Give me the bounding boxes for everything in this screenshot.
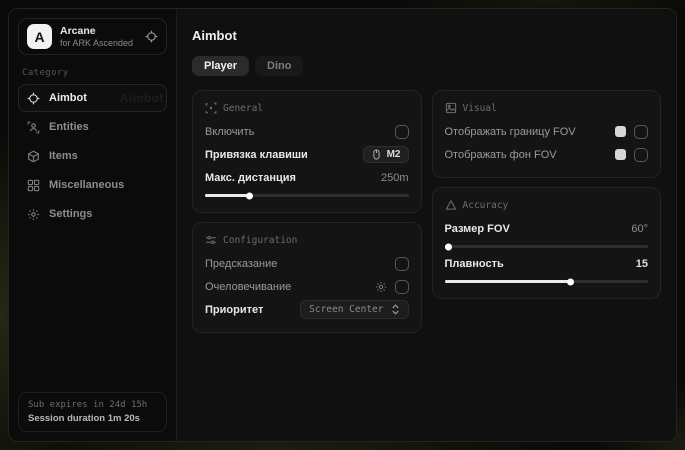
general-card-title: General xyxy=(223,103,263,114)
prediction-checkbox[interactable] xyxy=(395,257,409,271)
sidebar-item-label: Entities xyxy=(49,121,89,133)
humanize-row: Очеловечивание xyxy=(205,275,409,298)
priority-label: Приоритет xyxy=(205,304,263,316)
chevron-up-down-icon xyxy=(391,304,400,315)
package-icon xyxy=(27,150,40,163)
delta-triangle-icon xyxy=(445,199,457,211)
app-logo: A xyxy=(27,24,52,49)
sidebar-item-label: Items xyxy=(49,150,78,162)
distance-value: 250m xyxy=(381,172,409,184)
configuration-card-header: Configuration xyxy=(205,234,409,246)
sidebar-item-label: Settings xyxy=(49,208,92,220)
keybind-label: Привязка клавиши xyxy=(205,149,308,161)
aimbot-ghost-watermark: Aimbot xyxy=(120,91,164,105)
sidebar-item-label: Miscellaneous xyxy=(49,179,124,191)
app-name: Arcane xyxy=(60,25,137,37)
keybind-value: M2 xyxy=(387,149,401,160)
priority-dropdown[interactable]: Screen Center xyxy=(300,300,408,319)
fov-background-label: Отображать фон FOV xyxy=(445,149,557,161)
visual-card-header: Visual xyxy=(445,102,649,114)
sidebar-item-items[interactable]: Items xyxy=(18,142,167,170)
crosshair-icon xyxy=(27,92,40,105)
tune-icon xyxy=(205,234,217,246)
priority-value: Screen Center xyxy=(309,304,383,315)
category-label: Category xyxy=(22,68,163,78)
sidebar-item-settings[interactable]: Settings xyxy=(18,200,167,228)
configuration-card: Configuration Предсказание Очеловечивани… xyxy=(192,222,422,333)
tab-dino[interactable]: Dino xyxy=(255,56,303,76)
session-duration-text: Session duration 1m 20s xyxy=(28,413,157,424)
sidebar-item-miscellaneous[interactable]: Miscellaneous xyxy=(18,171,167,199)
keybind-button[interactable]: M2 xyxy=(363,146,409,163)
distance-label: Макс. дистанция xyxy=(205,172,296,184)
fov-border-checkbox[interactable] xyxy=(634,125,648,139)
distance-slider[interactable] xyxy=(205,194,409,197)
fov-background-color-swatch[interactable] xyxy=(615,149,626,160)
image-icon xyxy=(445,102,457,114)
smoothness-value: 15 xyxy=(636,258,648,270)
sidebar-item-entities[interactable]: Entities xyxy=(18,113,167,141)
tab-bar: Player Dino xyxy=(192,56,661,76)
fov-background-row: Отображать фон FOV xyxy=(445,143,649,166)
grid-icon xyxy=(27,179,40,192)
focus-icon xyxy=(205,102,217,114)
accuracy-card-title: Accuracy xyxy=(463,200,509,211)
unload-crosshair-icon[interactable] xyxy=(145,30,158,43)
general-card: General Включить Привязка клавиши xyxy=(192,90,422,213)
app-subtitle: for ARK Ascended xyxy=(60,38,137,48)
keybind-row: Привязка клавиши M2 xyxy=(205,143,409,166)
mouse-icon xyxy=(371,149,382,160)
distance-row: Макс. дистанция 250m xyxy=(205,166,409,189)
humanize-checkbox[interactable] xyxy=(395,280,409,294)
humanize-label: Очеловечивание xyxy=(205,281,291,293)
visual-card: Visual Отображать границу FOV Отображать… xyxy=(432,90,662,178)
priority-row: Приоритет Screen Center xyxy=(205,298,409,321)
prediction-row: Предсказание xyxy=(205,252,409,275)
distance-slider-thumb[interactable] xyxy=(246,192,253,199)
fov-size-value: 60° xyxy=(631,223,648,235)
sidebar-nav: Aimbot Aimbot Entities xyxy=(18,84,167,228)
sub-expires-text: Sub expires in 24d 15h xyxy=(28,400,157,410)
humanize-settings-gear-icon[interactable] xyxy=(375,281,387,293)
enable-label: Включить xyxy=(205,126,254,138)
fov-size-label: Размер FOV xyxy=(445,223,510,235)
sidebar: A Arcane for ARK Ascended Category xyxy=(9,9,177,441)
gear-icon xyxy=(27,208,40,221)
fov-border-color-swatch[interactable] xyxy=(615,126,626,137)
fov-size-slider[interactable] xyxy=(445,245,649,248)
fov-size-row: Размер FOV 60° xyxy=(445,217,649,240)
page-title: Aimbot xyxy=(192,28,661,43)
smoothness-slider-thumb[interactable] xyxy=(567,278,574,285)
visual-card-title: Visual xyxy=(463,103,497,114)
general-card-header: General xyxy=(205,102,409,114)
fov-border-row: Отображать границу FOV xyxy=(445,120,649,143)
fov-border-label: Отображать границу FOV xyxy=(445,126,576,138)
configuration-card-title: Configuration xyxy=(223,235,297,246)
smoothness-label: Плавность xyxy=(445,258,504,270)
fov-background-checkbox[interactable] xyxy=(634,148,648,162)
session-info-card: Sub expires in 24d 15h Session duration … xyxy=(18,392,167,432)
enable-checkbox[interactable] xyxy=(395,125,409,139)
app-logo-card: A Arcane for ARK Ascended xyxy=(18,18,167,55)
smoothness-slider[interactable] xyxy=(445,280,649,283)
app-window: A Arcane for ARK Ascended Category xyxy=(8,8,677,442)
fov-size-slider-thumb[interactable] xyxy=(445,243,452,250)
accuracy-card-header: Accuracy xyxy=(445,199,649,211)
app-title-block: Arcane for ARK Ascended xyxy=(60,25,137,48)
prediction-label: Предсказание xyxy=(205,258,277,270)
accuracy-card: Accuracy Размер FOV 60° Плавность 15 xyxy=(432,187,662,299)
smoothness-row: Плавность 15 xyxy=(445,252,649,275)
tab-player[interactable]: Player xyxy=(192,56,249,76)
sidebar-item-aimbot[interactable]: Aimbot Aimbot xyxy=(18,84,167,112)
sidebar-item-label: Aimbot xyxy=(49,92,87,104)
entities-icon xyxy=(27,121,40,134)
main-panel: Aimbot Player Dino General xyxy=(177,9,676,441)
enable-row: Включить xyxy=(205,120,409,143)
